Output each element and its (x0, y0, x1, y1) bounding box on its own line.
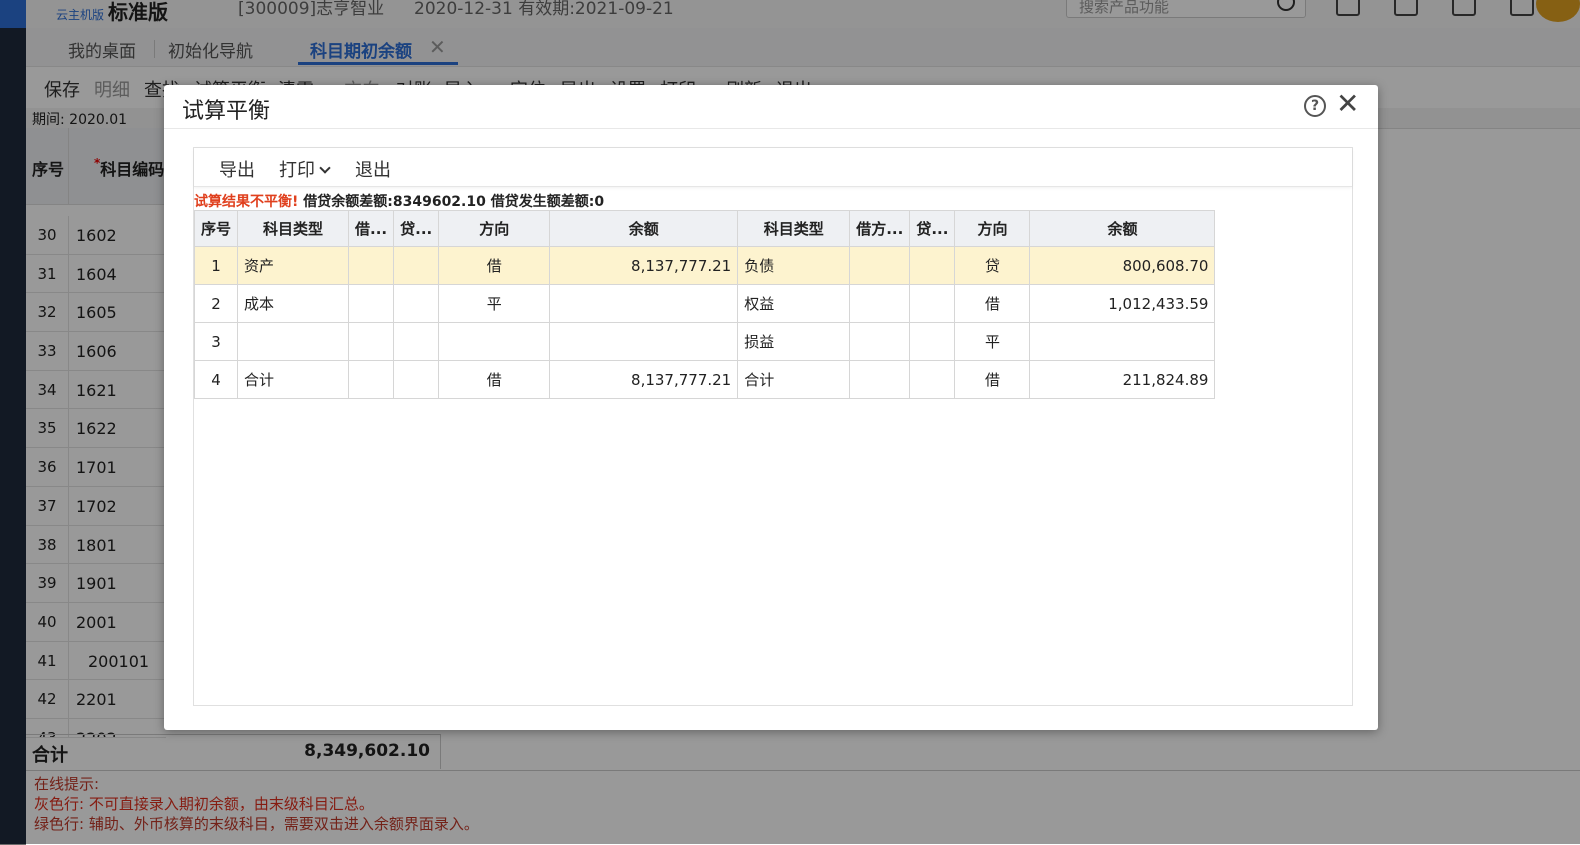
dialog-title: 试算平衡 (182, 99, 271, 124)
table-row[interactable]: 1 资产 借 8,137,777.21 负债 贷 800,608.70 (193, 246, 1216, 285)
table-row[interactable]: 2 成本 平权益 借 1,012,433.59 (193, 284, 1216, 323)
table-row[interactable]: 3 损益 平 (193, 322, 1216, 361)
result-unbalanced: 试算结果不平衡! (194, 194, 299, 210)
dialog-content: 导出 打印 退出 试算结果不平衡! 借贷余额差额:8349602.10 借贷发生… (193, 147, 1353, 706)
dialog-toolbar: 导出 打印 退出 (194, 148, 1352, 187)
dialog-print-button[interactable]: 打印 (279, 156, 331, 182)
col-credit[interactable]: 贷... (393, 210, 440, 247)
dialog-export-button[interactable]: 导出 (219, 156, 255, 182)
chevron-down-icon (319, 162, 331, 174)
balance-table: 序号 科目类型 借... 贷... 方向 余额 科目类型 借方... 贷... … (193, 210, 1216, 399)
col-credit-2[interactable]: 贷... (909, 210, 956, 247)
trial-balance-dialog: 试算平衡 ? ✕ 导出 打印 退出 试算结果不平衡! 借贷余额差额:834960… (164, 85, 1378, 730)
table-header: 序号 科目类型 借... 贷... 方向 余额 科目类型 借方... 贷... … (193, 210, 1216, 247)
close-icon[interactable]: ✕ (1336, 87, 1359, 120)
col-debit-2[interactable]: 借方... (849, 210, 911, 247)
col-direction[interactable]: 方向 (438, 210, 551, 247)
col-type-2[interactable]: 科目类型 (737, 210, 851, 247)
result-detail: 借贷余额差额:8349602.10 借贷发生额差额:0 (298, 194, 605, 210)
col-direction-2[interactable]: 方向 (954, 210, 1031, 247)
help-icon[interactable]: ? (1304, 95, 1326, 117)
col-type[interactable]: 科目类型 (237, 210, 350, 247)
col-balance-2[interactable]: 余额 (1029, 210, 1216, 247)
col-seq[interactable]: 序号 (193, 210, 239, 247)
trial-result: 试算结果不平衡! 借贷余额差额:8349602.10 借贷发生额差额:0 (194, 191, 604, 211)
col-debit[interactable]: 借... (348, 210, 395, 247)
dialog-exit-button[interactable]: 退出 (355, 156, 391, 182)
col-balance[interactable]: 余额 (549, 210, 739, 247)
table-row[interactable]: 4 合计 借 8,137,777.21 合计 借 211,824.89 (193, 360, 1216, 399)
